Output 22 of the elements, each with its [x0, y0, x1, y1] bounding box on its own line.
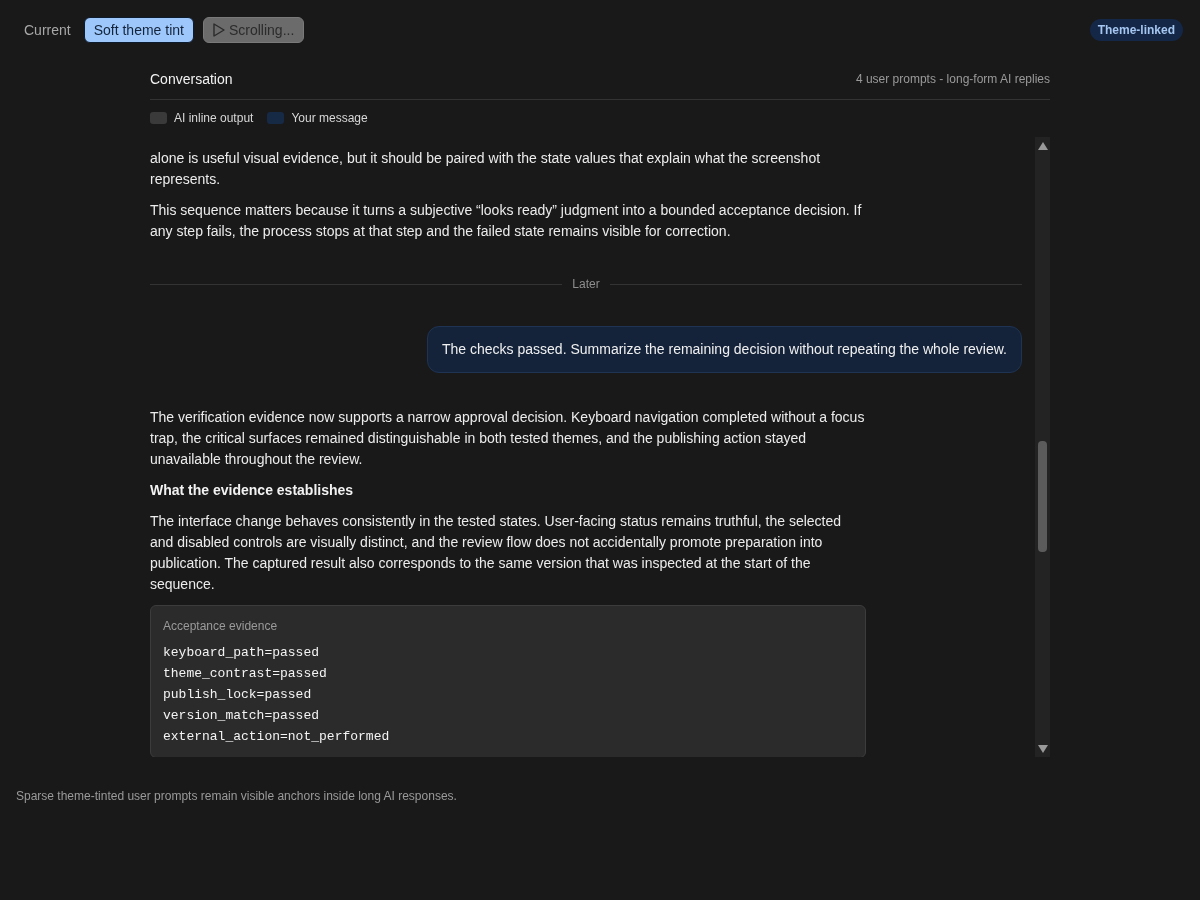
legend-label: AI inline output [174, 110, 254, 127]
code-block-label: Acceptance evidence [163, 618, 278, 634]
ai-message-text: The interface change behaves consistently in the tested states. User-facing status remains truthful, the selected and disabled controls are visually distinct, and the review flow does not accidentally promote preparation into publication. The captured result also corresponds to the same version that was inspected at the start of the sequence. [150, 512, 843, 594]
ai-message-text: The verification evidence now supports a narrow approval decision. Keyboard navigation completed without a focus trap, the critical surfaces remained distinguishable in both tested themes, and the publishing action stayed unavailable throughout the review. [150, 408, 866, 469]
divider-label: Later [572, 276, 600, 293]
code-text: keyboard_path=passed theme_contrast=passed publish_lock=passed version_match=passed external_action=not_performed [163, 644, 390, 746]
play-icon [212, 23, 225, 37]
footer-note: Sparse theme-tinted user prompts remain visible anchors inside long AI responses. [16, 788, 457, 804]
scrollbar-thumb[interactable] [1038, 441, 1047, 552]
legend-label: Your message [291, 110, 368, 127]
user-message: The checks passed. Summarize the remaining decision without repeating the whole review. [427, 326, 1022, 373]
ai-message-text: This sequence matters because it turns a subjective “looks ready” judgment into a bounded acceptance decision. If any step fails, the process stops at that step and the failed state remains visible for correction. [150, 201, 863, 241]
theme-badge: Theme-linked [1089, 19, 1183, 41]
scroll-down-icon[interactable] [1037, 745, 1048, 753]
panel-summary: 4 user prompts - long-form AI replies [855, 71, 1050, 88]
view-tab[interactable]: Current [14, 17, 81, 43]
ai-message-heading: What the evidence establishes [150, 481, 355, 500]
panel-title: Conversation [150, 70, 233, 89]
scroll-up-icon[interactable] [1037, 142, 1048, 150]
ai-message-text: alone is useful visual evidence, but it should be paired with the state values that explain what the screenshot represents. [150, 149, 822, 189]
scrollbar-track[interactable] [1035, 137, 1050, 757]
view-tab[interactable]: Soft theme tint [83, 17, 194, 43]
